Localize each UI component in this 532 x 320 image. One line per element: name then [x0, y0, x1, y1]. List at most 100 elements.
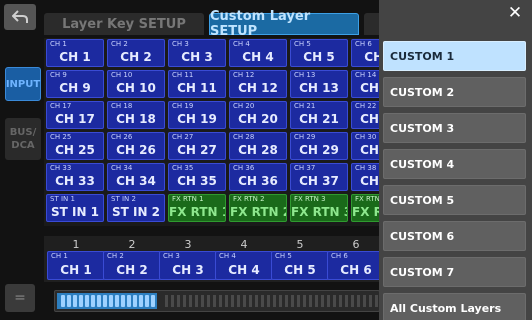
tab-custom-layer-setup[interactable]: Custom Layer SETUP	[209, 9, 359, 39]
channel-cell[interactable]: CH 2 CH 2	[107, 39, 165, 67]
channel-cell[interactable]: CH 26 CH 26	[107, 132, 165, 160]
channel-cell[interactable]: CH 11 CH 11	[168, 70, 226, 98]
channel-cell[interactable]: FX RTN 2 FX RTN 2	[229, 194, 287, 222]
channel-cell[interactable]: CH 3 CH 3	[168, 39, 226, 67]
channel-cell-name: CH 12	[238, 81, 278, 95]
channel-cell-label: CH 29	[294, 133, 316, 141]
slot-channel-label: CH 4	[219, 252, 236, 260]
channel-cell-label: CH 5	[294, 40, 311, 48]
layer-strip-slot[interactable]: 5 CH 5 CH 5	[271, 238, 329, 280]
back-button[interactable]	[4, 4, 36, 30]
custom-layer-item[interactable]: CUSTOM 4	[383, 149, 526, 179]
slot-number: 6	[352, 238, 360, 251]
channel-cell[interactable]: CH 21 CH 21	[290, 101, 348, 129]
channel-cell[interactable]: CH 13 CH 13	[290, 70, 348, 98]
fader-map-tick	[285, 295, 288, 307]
channel-cell[interactable]: CH 37 CH 37	[290, 163, 348, 191]
custom-layer-item[interactable]: CUSTOM 2	[383, 77, 526, 107]
channel-cell-label: CH 4	[233, 40, 250, 48]
channel-cell-name: CH 4	[242, 50, 274, 64]
channel-cell[interactable]: CH 18 CH 18	[107, 101, 165, 129]
tab-layer-key-setup[interactable]: Layer Key SETUP	[44, 13, 204, 35]
channel-cell-label: CH 28	[233, 133, 255, 141]
channel-cell-label: CH 26	[111, 133, 133, 141]
channel-cell-name: FX RTN 1	[169, 205, 226, 219]
channel-cell-label: CH 14	[355, 71, 377, 79]
fader-map-tick	[219, 295, 222, 307]
channel-cell-label: CH 38	[355, 164, 377, 172]
slot-channel-label: CH 5	[275, 252, 292, 260]
fader-map-tick-active	[85, 295, 89, 307]
custom-layer-item[interactable]: CUSTOM 1	[383, 41, 526, 71]
bus-label: BUS/	[9, 127, 37, 138]
layer-strip-slot[interactable]: 2 CH 2 CH 2	[103, 238, 161, 280]
channel-cell[interactable]: CH 28 CH 28	[229, 132, 287, 160]
channel-cell[interactable]: CH 35 CH 35	[168, 163, 226, 191]
fader-map-tick	[309, 295, 312, 307]
channel-cell-name: CH 3	[181, 50, 213, 64]
channel-cell[interactable]: CH 20 CH 20	[229, 101, 287, 129]
channel-cell-label: CH 27	[172, 133, 194, 141]
channel-cell[interactable]: FX RTN 4 FX RTN 4	[351, 194, 380, 222]
layer-strip-slot[interactable]: 1 CH 1 CH 1	[47, 238, 105, 280]
channel-cell[interactable]: FX RTN 1 FX RTN 1	[168, 194, 226, 222]
channel-cell[interactable]: CH 14 CH 14	[351, 70, 380, 98]
slot-channel-name: CH 2	[116, 263, 148, 277]
input-button[interactable]: INPUT	[5, 67, 41, 101]
fader-map-tick	[207, 295, 210, 307]
fader-map-tick	[237, 295, 240, 307]
layer-strip-slot[interactable]: 3 CH 3 CH 3	[159, 238, 217, 280]
close-icon[interactable]: ✕	[506, 4, 524, 22]
menu-button[interactable]: =	[5, 284, 35, 312]
channel-cell[interactable]: CH 6 CH 6	[351, 39, 380, 67]
channel-cell[interactable]: CH 4 CH 4	[229, 39, 287, 67]
bus-dca-button[interactable]: BUS/DCA	[5, 118, 41, 160]
channel-cell[interactable]: CH 29 CH 29	[290, 132, 348, 160]
channel-cell-name: CH 34	[116, 174, 156, 188]
channel-cell[interactable]: ST IN 2 ST IN 2	[107, 194, 165, 222]
fader-map-tick-active	[121, 295, 125, 307]
channel-cell[interactable]: CH 19 CH 19	[168, 101, 226, 129]
channel-cell[interactable]: CH 38 CH 38	[351, 163, 380, 191]
custom-layer-item[interactable]: CUSTOM 7	[383, 257, 526, 287]
layer-strip-slot[interactable]: 4 CH 4 CH 4	[215, 238, 273, 280]
channel-cell-name: CH 28	[238, 143, 278, 157]
fader-map-tick-active	[145, 295, 149, 307]
channel-cell[interactable]: CH 22 CH 22	[351, 101, 380, 129]
slot-number: 2	[128, 238, 136, 251]
custom-layer-item[interactable]: CUSTOM 3	[383, 113, 526, 143]
custom-layer-item[interactable]: CUSTOM 5	[383, 185, 526, 215]
fader-map-tick	[255, 295, 258, 307]
channel-cell[interactable]: CH 25 CH 25	[46, 132, 104, 160]
channel-cell[interactable]: CH 10 CH 10	[107, 70, 165, 98]
custom-layer-item[interactable]: CUSTOM 6	[383, 221, 526, 251]
fader-map-tick	[171, 295, 174, 307]
custom-layer-item[interactable]: All Custom Layers	[383, 293, 526, 320]
channel-cell-label: ST IN 1	[50, 195, 75, 203]
layer-strip-slot[interactable]: 6 CH 6 CH 6	[327, 238, 380, 280]
channel-cell-name: ST IN 1	[50, 205, 100, 219]
channel-cell-label: CH 11	[172, 71, 194, 79]
channel-cell[interactable]: CH 33 CH 33	[46, 163, 104, 191]
channel-cell[interactable]: CH 34 CH 34	[107, 163, 165, 191]
channel-cell-name: CH 26	[116, 143, 156, 157]
channel-cell[interactable]: CH 1 CH 1	[46, 39, 104, 67]
channel-cell[interactable]: CH 17 CH 17	[46, 101, 104, 129]
channel-cell-name: CH 33	[55, 174, 95, 188]
channel-cell[interactable]: FX RTN 3 FX RTN 3	[290, 194, 348, 222]
channel-cell[interactable]: CH 30 CH 30	[351, 132, 380, 160]
channel-cell[interactable]: CH 36 CH 36	[229, 163, 287, 191]
channel-cell[interactable]: CH 9 CH 9	[46, 70, 104, 98]
channel-cell-label: CH 34	[111, 164, 133, 172]
channel-cell-label: CH 6	[355, 40, 372, 48]
channel-cell[interactable]: ST IN 1 ST IN 1	[46, 194, 104, 222]
fader-map-tick-active	[115, 295, 119, 307]
channel-cell-label: CH 20	[233, 102, 255, 110]
fader-map-tick	[273, 295, 276, 307]
channel-cell[interactable]: CH 27 CH 27	[168, 132, 226, 160]
fader-position-map[interactable]	[54, 290, 380, 312]
slot-channel-name: CH 5	[284, 263, 316, 277]
slot-channel-box: CH 4 CH 4	[215, 251, 273, 280]
channel-cell[interactable]: CH 12 CH 12	[229, 70, 287, 98]
channel-cell[interactable]: CH 5 CH 5	[290, 39, 348, 67]
